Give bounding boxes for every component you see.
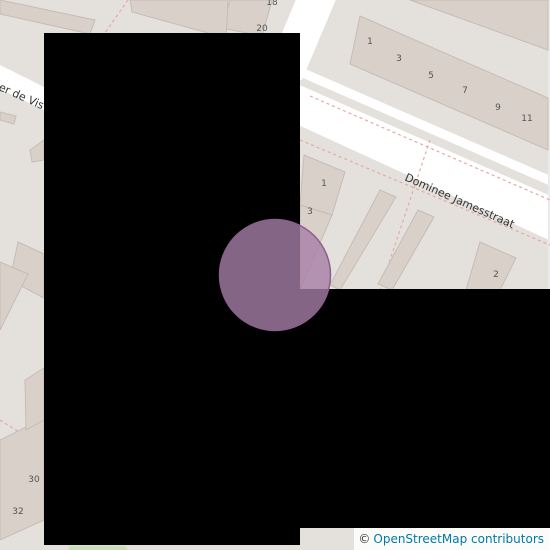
house-number: 30 — [28, 475, 40, 485]
mask-region-left — [44, 33, 300, 545]
house-number: 1 — [367, 37, 373, 47]
house-number: 3 — [396, 54, 402, 64]
house-number: 2 — [493, 270, 499, 280]
copyright-symbol: © — [358, 532, 371, 546]
map-attribution: © OpenStreetMap contributors — [354, 528, 550, 550]
openstreetmap-link[interactable]: OpenStreetMap contributors — [373, 532, 544, 546]
house-number: 3 — [307, 207, 313, 217]
green-area — [68, 546, 128, 550]
house-number: 18 — [266, 0, 278, 8]
house-number: 1 — [321, 179, 327, 189]
house-number: 9 — [495, 103, 501, 113]
house-number: 7 — [462, 86, 468, 96]
mask-region-right — [300, 289, 550, 528]
house-number: 32 — [12, 507, 23, 517]
house-number: 5 — [428, 71, 434, 81]
house-number: 11 — [521, 114, 532, 124]
map-canvas[interactable]: Dominee Jamesstraat ter de Vis 1 3 5 7 9… — [0, 0, 550, 550]
